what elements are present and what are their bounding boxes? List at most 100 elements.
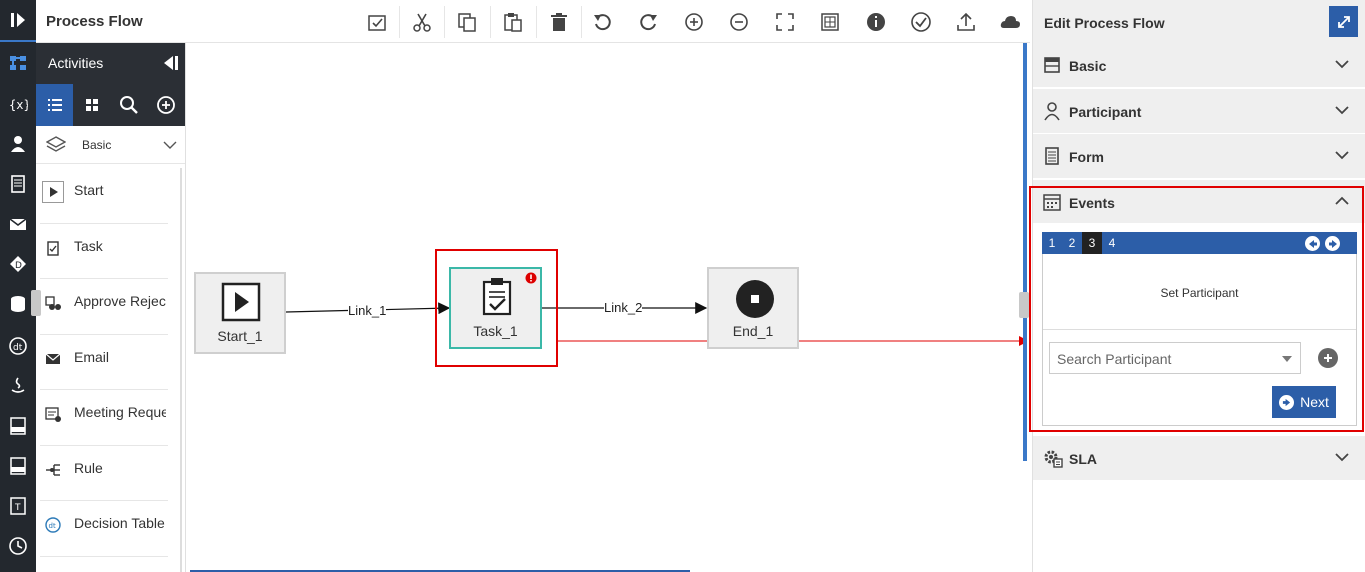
add-activity-icon[interactable] xyxy=(147,84,184,126)
activities-resize-handle[interactable] xyxy=(31,290,41,316)
activity-item-approve-reject[interactable]: Approve Reject xyxy=(40,279,168,335)
collapse-panel-icon[interactable] xyxy=(161,53,179,73)
form-icon[interactable] xyxy=(0,164,36,204)
activity-item-email[interactable]: Email xyxy=(40,335,168,390)
section-basic[interactable]: Basic xyxy=(1033,43,1365,88)
edit-panel-title: Edit Process Flow xyxy=(1044,15,1165,31)
link-1-label[interactable]: Link_1 xyxy=(348,303,387,318)
delete-icon[interactable] xyxy=(542,6,576,38)
rail-accent xyxy=(0,40,36,42)
end-node-label: End_1 xyxy=(732,323,774,339)
step-3[interactable]: 3 xyxy=(1082,232,1102,254)
participant-icon xyxy=(1044,102,1060,121)
right-panel-resize-handle[interactable] xyxy=(1019,292,1029,318)
chevron-down-icon xyxy=(1335,106,1349,115)
link-2-label[interactable]: Link_2 xyxy=(604,300,643,315)
grid-view-icon[interactable] xyxy=(73,84,110,126)
task-node[interactable]: Task_1 xyxy=(449,267,542,349)
toolbar-divider xyxy=(444,6,445,38)
prev-arrow-icon[interactable] xyxy=(1305,236,1320,251)
search-participant-select[interactable]: Search Participant xyxy=(1049,342,1301,374)
activities-scrollbar[interactable] xyxy=(180,168,182,572)
toolbar: Process Flow xyxy=(36,0,1030,43)
next-button[interactable]: Next xyxy=(1272,386,1336,418)
activity-item-label: Decision Table xyxy=(74,515,165,531)
form-icon xyxy=(1045,147,1059,165)
info-icon[interactable] xyxy=(859,6,893,38)
section-form[interactable]: Form xyxy=(1033,134,1365,179)
next-arrow-icon[interactable] xyxy=(1325,236,1340,251)
basic-icon xyxy=(1044,57,1060,73)
activity-item-start[interactable]: Start xyxy=(40,168,168,224)
java-icon[interactable] xyxy=(0,366,36,406)
activities-panel: Activities Basic Start Task Approve Reje… xyxy=(36,43,186,572)
event-step-body: Set Participant Search Participant Next xyxy=(1042,254,1357,426)
layers-icon xyxy=(46,136,66,152)
event-step-subtitle: Set Participant xyxy=(1160,286,1239,300)
section-participant[interactable]: Participant xyxy=(1033,89,1365,134)
activity-item-meeting-request[interactable]: Meeting Request xyxy=(40,390,168,446)
panel-splitter[interactable] xyxy=(1023,43,1027,461)
section-basic-title: Basic xyxy=(1069,58,1107,74)
participant-icon[interactable] xyxy=(0,124,36,164)
event-steps: 1 2 3 4 xyxy=(1042,232,1357,254)
chevron-down-icon xyxy=(163,141,177,149)
task-node-label: Task_1 xyxy=(473,323,518,339)
task-node-icon xyxy=(482,278,512,316)
fit-icon[interactable] xyxy=(768,6,802,38)
history-icon[interactable] xyxy=(0,526,36,566)
decision-icon[interactable]: D xyxy=(0,244,36,284)
sla-gear-icon xyxy=(1044,450,1063,468)
cut-icon[interactable] xyxy=(405,6,439,38)
start-icon xyxy=(42,181,64,203)
chevron-down-icon xyxy=(1335,60,1349,69)
validate-icon[interactable] xyxy=(360,6,394,38)
check-icon[interactable] xyxy=(904,6,938,38)
zoom-out-icon[interactable] xyxy=(722,6,756,38)
decision-table-rail-icon[interactable]: dt xyxy=(0,326,36,366)
step-4[interactable]: 4 xyxy=(1102,232,1122,254)
redo-icon[interactable] xyxy=(631,6,665,38)
zoom-in-icon[interactable] xyxy=(677,6,711,38)
step-1[interactable]: 1 xyxy=(1042,232,1062,254)
email-icon xyxy=(42,347,64,370)
cloud-icon[interactable] xyxy=(993,6,1027,38)
js-file-icon[interactable] xyxy=(0,406,36,446)
copy-icon[interactable] xyxy=(450,6,484,38)
toolbar-divider xyxy=(490,6,491,38)
add-participant-icon[interactable] xyxy=(1318,348,1338,368)
section-participant-title: Participant xyxy=(1069,104,1142,120)
toolbar-title: Process Flow xyxy=(46,13,143,30)
dropdown-caret-icon xyxy=(1282,356,1292,362)
event-divider xyxy=(1043,329,1356,330)
section-sla[interactable]: SLA xyxy=(1033,436,1365,481)
template-icon[interactable]: T xyxy=(0,486,36,526)
grid-icon[interactable] xyxy=(813,6,847,38)
process-flow-icon[interactable] xyxy=(0,43,36,83)
start-node[interactable]: Start_1 xyxy=(194,272,286,354)
css-file-icon[interactable] xyxy=(0,446,36,486)
search-icon[interactable] xyxy=(110,84,147,126)
list-view-icon[interactable] xyxy=(36,84,73,126)
activity-item-task[interactable]: Task xyxy=(40,224,168,279)
toolbar-divider xyxy=(399,6,400,38)
search-participant-placeholder: Search Participant xyxy=(1057,351,1172,367)
left-rail: {x} D dt T xyxy=(0,0,36,572)
step-2[interactable]: 2 xyxy=(1062,232,1082,254)
variables-icon[interactable]: {x} xyxy=(0,84,36,124)
activity-group-basic[interactable]: Basic xyxy=(36,126,185,164)
activities-tabs xyxy=(36,84,185,126)
paste-icon[interactable] xyxy=(496,6,530,38)
export-icon[interactable] xyxy=(949,6,983,38)
process-canvas[interactable]: Link_1 Link_2 Start_1 Task_1 End_1 xyxy=(186,43,1026,572)
activity-item-rule[interactable]: Rule xyxy=(40,446,168,501)
edit-panel-header: Edit Process Flow xyxy=(1033,0,1365,43)
expand-icon[interactable] xyxy=(1329,6,1358,37)
error-icon[interactable] xyxy=(525,272,537,284)
mail-icon[interactable] xyxy=(0,204,36,244)
undo-icon[interactable] xyxy=(586,6,620,38)
toggle-menu-icon[interactable] xyxy=(0,0,36,40)
task-icon xyxy=(42,236,64,259)
end-node[interactable]: End_1 xyxy=(707,267,799,349)
activity-item-decision-table[interactable]: dt Decision Table xyxy=(40,501,168,557)
